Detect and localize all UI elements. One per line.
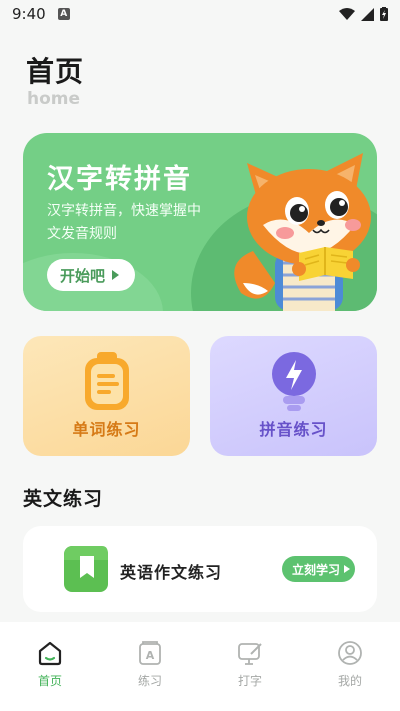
study-now-button[interactable]: 立刻学习 xyxy=(282,556,355,582)
tab-typing[interactable]: 打字 xyxy=(200,622,300,711)
pinyin-practice-card[interactable]: 拼音练习 xyxy=(210,336,377,456)
profile-icon xyxy=(338,641,362,665)
tab-practice[interactable]: A 练习 xyxy=(100,622,200,711)
signal-icon xyxy=(361,7,374,21)
home-icon xyxy=(38,641,62,666)
pinyin-practice-label: 拼音练习 xyxy=(259,420,328,439)
section-title: 英文练习 xyxy=(23,488,104,510)
status-time: 9:40 xyxy=(12,5,46,23)
start-button[interactable]: 开始吧 xyxy=(47,259,135,291)
fox-mascot-illustration xyxy=(234,153,371,311)
english-essay-card[interactable]: 英语作文练习 立刻学习 xyxy=(23,526,377,612)
typing-icon xyxy=(238,643,262,665)
status-icons xyxy=(339,7,388,21)
page-subtitle: home xyxy=(27,89,81,109)
battery-icon xyxy=(380,7,388,21)
tab-label: 打字 xyxy=(237,674,262,688)
practice-icon: A xyxy=(139,641,161,665)
lightbulb-icon xyxy=(271,352,316,411)
hero-description: 汉字转拼音，快速掌握中文发音规则 xyxy=(47,203,201,242)
svg-text:A: A xyxy=(146,649,155,662)
play-arrow-icon xyxy=(344,565,351,573)
clipboard-icon xyxy=(84,352,129,410)
hero-banner[interactable]: 汉字转拼音 汉字转拼音，快速掌握中文发音规则 开始吧 xyxy=(23,133,377,311)
study-now-label: 立刻学习 xyxy=(292,562,341,577)
bookmark-book-icon xyxy=(64,546,108,592)
status-bar: 9:40 A xyxy=(0,0,400,28)
word-practice-label: 单词练习 xyxy=(72,420,141,439)
essay-practice-label: 英语作文练习 xyxy=(120,563,223,582)
tab-label: 我的 xyxy=(337,674,362,688)
word-practice-card[interactable]: 单词练习 xyxy=(23,336,190,456)
tab-label: 首页 xyxy=(37,674,62,688)
play-arrow-icon xyxy=(112,270,120,280)
wifi-icon xyxy=(339,7,355,20)
bottom-tab-bar: 首页 A 练习 打字 我的 xyxy=(0,622,400,711)
page-title: 首页 xyxy=(26,55,85,88)
tab-label: 练习 xyxy=(137,674,162,688)
hero-title: 汉字转拼音 xyxy=(47,164,192,195)
tab-home[interactable]: 首页 xyxy=(0,622,100,711)
start-button-label: 开始吧 xyxy=(60,266,106,285)
tab-profile[interactable]: 我的 xyxy=(300,622,400,711)
notification-icon: A xyxy=(57,8,70,20)
